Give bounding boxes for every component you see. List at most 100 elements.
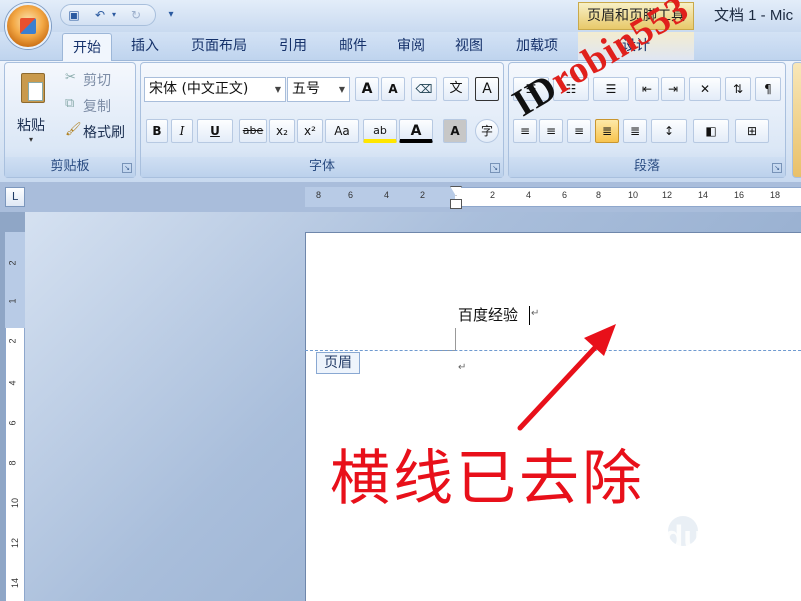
header-tag[interactable]: 页眉 xyxy=(316,352,360,374)
vertical-ruler-margin xyxy=(5,232,25,328)
character-shading-button[interactable]: A xyxy=(443,119,467,143)
ruler-tick-label: 4 xyxy=(526,190,532,200)
grow-font-button[interactable]: A xyxy=(355,77,379,101)
horizontal-ruler-margin xyxy=(305,187,455,207)
copy-label: 复制 xyxy=(83,99,111,115)
baidu-url: jingyan.baidu.com xyxy=(621,560,726,575)
justify-icon[interactable]: ≣ xyxy=(595,119,619,143)
tab-insert[interactable]: 插入 xyxy=(122,32,168,60)
baidu-logo: Baidu 经验 xyxy=(614,519,776,555)
chevron-down-icon[interactable]: ▼ xyxy=(335,78,349,101)
left-indent-marker[interactable] xyxy=(450,199,462,209)
ruler-tick-label: 10 xyxy=(628,190,639,200)
tab-review[interactable]: 审阅 xyxy=(388,32,434,60)
font-size-value: 五号 xyxy=(292,81,320,97)
paragraph-group-label: 段落 xyxy=(509,157,785,177)
paragraph-launcher-icon[interactable]: ↘ xyxy=(772,163,782,173)
margin-crop-mark xyxy=(455,328,456,350)
paste-label: 粘贴 xyxy=(17,118,45,134)
italic-button[interactable]: I xyxy=(171,119,193,143)
clipboard-group-label: 剪贴板 xyxy=(5,157,135,177)
copy-button[interactable]: ⧉ 复制 xyxy=(63,95,133,115)
tab-view[interactable]: 视图 xyxy=(446,32,492,60)
office-logo-icon xyxy=(20,18,36,34)
chinese-layout-icon[interactable]: ✕ xyxy=(689,77,721,101)
styles-group-edge xyxy=(792,62,801,178)
cut-label: 剪切 xyxy=(83,73,111,89)
format-painter-label: 格式刷 xyxy=(83,125,125,141)
ruler-tick-label: 8 xyxy=(7,460,18,466)
paste-button[interactable]: 粘贴 ▾ xyxy=(13,69,53,149)
format-painter-button[interactable]: 🖌 格式刷 xyxy=(63,121,133,141)
ruler-tick-label: 6 xyxy=(7,420,18,426)
chevron-down-icon[interactable]: ▼ xyxy=(271,78,285,101)
underline-button[interactable]: U xyxy=(197,119,233,143)
strikethrough-button[interactable]: abe xyxy=(239,119,267,143)
clipboard-group: 粘贴 ▾ ✂ 剪切 ⧉ 复制 🖌 格式刷 剪贴板 ↘ xyxy=(4,62,136,178)
ruler-tick-label: 14 xyxy=(698,190,709,200)
ruler-tick-label: 12 xyxy=(10,537,21,549)
font-name-value: 宋体 (中文正文) xyxy=(149,81,249,97)
sort-icon[interactable]: ⇅ xyxy=(725,77,751,101)
office-button[interactable] xyxy=(5,3,51,49)
ruler-tick-label: 6 xyxy=(562,190,568,200)
ruler-tick-label: 4 xyxy=(384,190,390,200)
ruler-tick-label: 8 xyxy=(596,190,602,200)
line-spacing-icon[interactable]: ↕ xyxy=(651,119,687,143)
clear-format-icon[interactable]: ⌫ xyxy=(411,77,437,101)
paste-icon xyxy=(21,73,45,103)
ruler-tick-label: 18 xyxy=(770,190,781,200)
undo-dropdown-icon[interactable]: ▾ xyxy=(105,6,123,24)
align-center-icon[interactable]: ≡ xyxy=(539,119,563,143)
ruler-tick-label: 2 xyxy=(7,338,18,344)
tab-mailings[interactable]: 邮件 xyxy=(330,32,376,60)
distributed-icon[interactable]: ≣ xyxy=(623,119,647,143)
document-title: 文档 1 - Mic xyxy=(714,7,794,24)
font-color-button[interactable]: A xyxy=(399,119,433,143)
enclose-character-button[interactable]: 字 xyxy=(475,119,499,143)
clipboard-launcher-icon[interactable]: ↘ xyxy=(122,163,132,173)
red-arrow-icon xyxy=(517,324,616,431)
ruler-tick-label: 2 xyxy=(490,190,496,200)
ruler-tick-label: 16 xyxy=(734,190,745,200)
tab-home[interactable]: 开始 xyxy=(62,33,112,61)
ruler-tick-label: 2 xyxy=(7,260,18,266)
font-size-combo[interactable]: 五号 ▼ xyxy=(287,77,350,102)
ruler-tick-label: 12 xyxy=(662,190,673,200)
copy-icon: ⧉ xyxy=(65,96,75,111)
save-icon[interactable]: ▣ xyxy=(65,6,83,24)
tab-page-layout[interactable]: 页面布局 xyxy=(182,32,256,60)
tab-selector[interactable]: L xyxy=(5,187,25,207)
tab-references[interactable]: 引用 xyxy=(270,32,316,60)
change-case-button[interactable]: Aa xyxy=(325,119,359,143)
highlight-button[interactable]: ab xyxy=(363,119,397,143)
redo-icon[interactable]: ↻ xyxy=(127,6,145,24)
increase-indent-icon[interactable]: ⇥ xyxy=(661,77,685,101)
phonetic-guide-button[interactable]: 文 xyxy=(443,77,469,101)
shading-icon[interactable]: ◧ xyxy=(693,119,729,143)
font-launcher-icon[interactable]: ↘ xyxy=(490,163,500,173)
customize-icon[interactable]: ▾ xyxy=(162,6,180,24)
ruler-tick-label: 2 xyxy=(420,190,426,200)
subscript-button[interactable]: x₂ xyxy=(269,119,295,143)
show-marks-icon[interactable]: ¶ xyxy=(755,77,781,101)
borders-icon[interactable]: ⊞ xyxy=(735,119,769,143)
ruler-tick-label: 8 xyxy=(316,190,322,200)
brush-icon: 🖌 xyxy=(65,122,82,137)
shrink-font-button[interactable]: A xyxy=(381,77,405,101)
ruler-tick-label: 4 xyxy=(7,380,18,386)
font-group: 宋体 (中文正文) ▼ 五号 ▼ A A ⌫ 文 A B I U abe x₂ … xyxy=(140,62,504,178)
superscript-button[interactable]: x² xyxy=(297,119,323,143)
ruler-tick-label: 10 xyxy=(10,497,21,509)
character-border-button[interactable]: A xyxy=(475,77,499,101)
ruler-tick-label: 14 xyxy=(10,577,21,589)
ruler-tick-label: 6 xyxy=(348,190,354,200)
decrease-indent-icon[interactable]: ⇤ xyxy=(635,77,659,101)
cut-button[interactable]: ✂ 剪切 xyxy=(63,69,133,89)
font-name-combo[interactable]: 宋体 (中文正文) ▼ xyxy=(144,77,286,102)
bold-button[interactable]: B xyxy=(146,119,168,143)
quick-access-toolbar: ▣ ↶ ▾ ↻ xyxy=(60,4,156,26)
align-right-icon[interactable]: ≡ xyxy=(567,119,591,143)
scissors-icon: ✂ xyxy=(65,70,76,85)
ruler-tick-label: 1 xyxy=(7,298,18,304)
